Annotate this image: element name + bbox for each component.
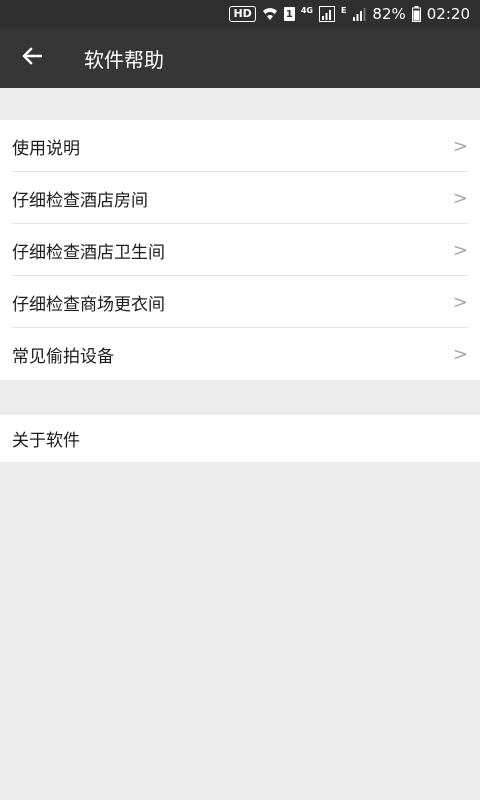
- menu-item-label: 仔细检查商场更衣间: [12, 294, 165, 315]
- menu-item-label: 仔细检查酒店房间: [12, 190, 148, 211]
- menu-item-common-spy-devices[interactable]: 常见偷拍设备 >: [0, 328, 480, 380]
- menu-item-label: 常见偷拍设备: [12, 346, 114, 367]
- network-e-label: E: [340, 6, 347, 15]
- chevron-right-icon: >: [452, 135, 468, 157]
- wifi-icon: [262, 7, 278, 21]
- menu-item-label: 使用说明: [12, 138, 80, 159]
- about-label: 关于软件: [12, 431, 80, 451]
- network-4g-label: 4G: [300, 6, 313, 15]
- hd-badge: HD: [229, 6, 256, 22]
- chevron-right-icon: >: [452, 187, 468, 209]
- menu-item-about[interactable]: 关于软件: [0, 415, 480, 462]
- sim-badge: 1: [283, 7, 295, 21]
- menu-item-check-hotel-bathroom[interactable]: 仔细检查酒店卫生间 >: [0, 224, 480, 276]
- menu-item-check-hotel-room[interactable]: 仔细检查酒店房间 >: [0, 172, 480, 224]
- menu-item-label: 仔细检查酒店卫生间: [12, 242, 165, 263]
- back-button[interactable]: [0, 28, 64, 88]
- arrow-left-icon: [22, 47, 43, 69]
- clock: 02:20: [426, 5, 470, 23]
- signal-icon-sim2: [352, 7, 366, 21]
- battery-percent: 82%: [372, 5, 406, 23]
- help-list: 使用说明 > 仔细检查酒店房间 > 仔细检查酒店卫生间 > 仔细检查商场更衣间 …: [0, 120, 480, 380]
- chevron-right-icon: >: [452, 343, 468, 365]
- about-section: 关于软件: [0, 415, 480, 462]
- page-title: 软件帮助: [84, 47, 164, 72]
- app-bar: 软件帮助: [0, 28, 480, 88]
- chevron-right-icon: >: [452, 291, 468, 313]
- signal-icon-sim1: [318, 6, 335, 22]
- chevron-right-icon: >: [452, 239, 468, 261]
- menu-item-check-mall-fitting-room[interactable]: 仔细检查商场更衣间 >: [0, 276, 480, 328]
- battery-icon: [411, 6, 421, 22]
- status-bar: HD 1 4G E 82% 02:20: [0, 0, 480, 28]
- menu-item-usage-guide[interactable]: 使用说明 >: [0, 120, 480, 172]
